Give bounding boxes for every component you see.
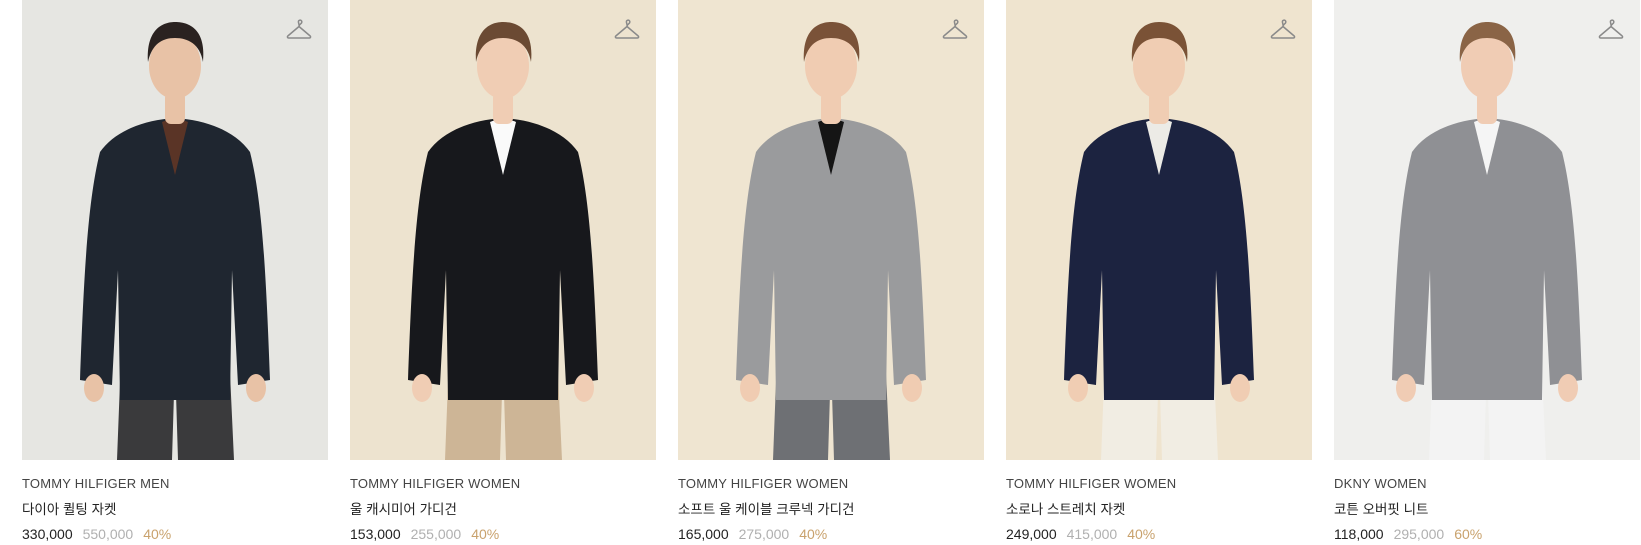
hanger-icon[interactable] [1598,18,1624,42]
product-prices: 153,000 255,000 40% [350,526,656,542]
product-name[interactable]: 소프트 울 케이블 크루넥 가디건 [678,498,984,518]
discount-rate: 40% [799,526,828,542]
discount-rate: 60% [1454,526,1483,542]
product-image[interactable] [1334,0,1640,460]
original-price: 275,000 [738,526,790,542]
product-prices: 330,000 550,000 40% [22,526,328,542]
product-brand[interactable]: TOMMY HILFIGER MEN [22,476,328,491]
hanger-icon[interactable] [1270,18,1296,42]
product-name[interactable]: 소로나 스트레치 자켓 [1006,498,1312,518]
product-image[interactable] [1006,0,1312,460]
sale-price: 165,000 [678,526,729,542]
hanger-icon[interactable] [614,18,640,42]
product-brand[interactable]: TOMMY HILFIGER WOMEN [350,476,656,491]
product-card[interactable]: TOMMY HILFIGER MEN 다이아 퀼팅 자켓 330,000 550… [22,0,328,542]
hanger-icon[interactable] [286,18,312,42]
product-card[interactable]: DKNY WOMEN 코튼 오버핏 니트 118,000 295,000 60% [1334,0,1640,542]
sale-price: 118,000 [1334,526,1384,542]
discount-rate: 40% [143,526,172,542]
original-price: 255,000 [410,526,462,542]
sale-price: 249,000 [1006,526,1057,542]
product-card[interactable]: TOMMY HILFIGER WOMEN 소로나 스트레치 자켓 249,000… [1006,0,1312,542]
sale-price: 330,000 [22,526,73,542]
product-card[interactable]: TOMMY HILFIGER WOMEN 울 캐시미어 가디건 153,000 … [350,0,656,542]
product-name[interactable]: 코튼 오버핏 니트 [1334,498,1640,518]
product-grid: TOMMY HILFIGER MEN 다이아 퀼팅 자켓 330,000 550… [22,0,1640,542]
original-price: 415,000 [1066,526,1118,542]
product-brand[interactable]: DKNY WOMEN [1334,476,1640,491]
original-price: 550,000 [82,526,134,542]
hanger-icon[interactable] [942,18,968,42]
product-prices: 249,000 415,000 40% [1006,526,1312,542]
sale-price: 153,000 [350,526,401,542]
product-brand[interactable]: TOMMY HILFIGER WOMEN [1006,476,1312,491]
product-image[interactable] [22,0,328,460]
product-image[interactable] [350,0,656,460]
model-figure [22,0,328,460]
discount-rate: 40% [471,526,500,542]
product-brand[interactable]: TOMMY HILFIGER WOMEN [678,476,984,491]
model-figure [350,0,656,460]
product-name[interactable]: 다이아 퀼팅 자켓 [22,498,328,518]
product-name[interactable]: 울 캐시미어 가디건 [350,498,656,518]
product-card[interactable]: TOMMY HILFIGER WOMEN 소프트 울 케이블 크루넥 가디건 1… [678,0,984,542]
model-figure [1334,0,1640,460]
model-figure [678,0,984,460]
discount-rate: 40% [1127,526,1156,542]
product-image[interactable] [678,0,984,460]
product-prices: 165,000 275,000 40% [678,526,984,542]
original-price: 295,000 [1393,526,1445,542]
product-prices: 118,000 295,000 60% [1334,526,1640,542]
model-figure [1006,0,1312,460]
